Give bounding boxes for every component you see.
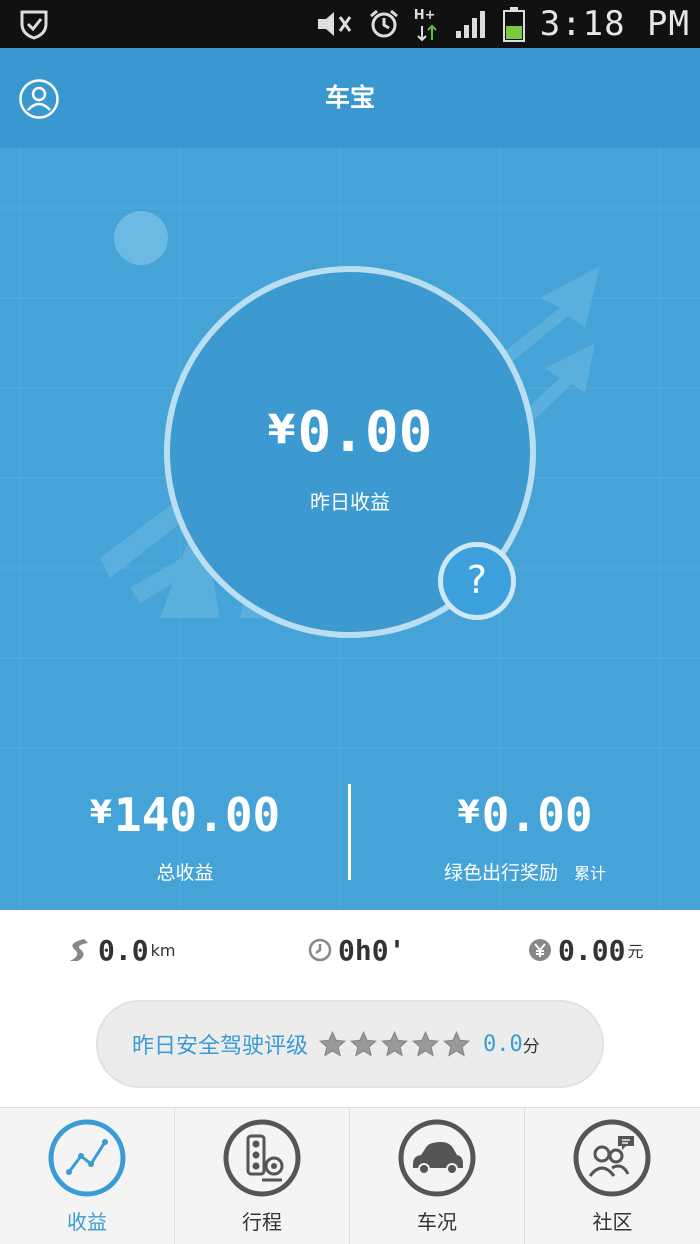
rating-score: 0.0 [483,1031,523,1057]
total-earnings-stat[interactable]: ¥140.00 总收益 [10,788,360,885]
safety-rating-pill[interactable]: 昨日安全驾驶评级 0.0 分 [96,1000,604,1088]
bottom-tab-bar: 收益 行程 车况 社区 [0,1107,700,1244]
tab-trips-label: 行程 [242,1210,282,1234]
star-icon [349,1030,378,1057]
tab-earnings[interactable]: 收益 [0,1108,175,1244]
tab-trips[interactable]: 行程 [175,1108,350,1244]
total-earnings-label: 总收益 [156,862,214,884]
rating-unit: 分 [522,1036,540,1057]
yesterday-earnings-value: 0.00 [297,400,433,465]
safety-rating-label: 昨日安全驾驶评级 [132,1034,309,1059]
currency-symbol: ¥ [267,407,296,453]
tab-vehicle-status-label: 车况 [417,1210,457,1234]
alarm-icon [369,9,398,38]
yesterday-earnings-label: 昨日收益 [310,490,390,514]
signal-icon [455,11,485,38]
help-button[interactable]: ? [438,542,516,620]
network-indicator: H+ [414,4,440,44]
yesterday-earnings-amount: ¥0.00 [0,400,700,465]
mute-icon [317,12,351,36]
green-reward-label-row: 绿色出行奖励 累计 [350,858,700,885]
app-header: 车宝 [0,48,700,148]
clock: 3:18 PM [539,4,690,44]
page-title: 车宝 [324,83,375,112]
green-reward-value: 0.00 [481,788,593,842]
tab-earnings-label: 收益 [67,1210,107,1234]
total-earnings-amount: ¥140.00 [10,788,360,842]
money-summary: 0.00 元 [528,932,643,968]
status-bar: H+ 3:18 PM [0,0,700,48]
trip-summary-row: 0.0 km 0h0' 0.00 元 [0,910,700,990]
currency-symbol: ¥ [457,793,480,831]
duration-summary: 0h0' [308,932,405,968]
star-icon [318,1030,347,1057]
money-unit: 元 [627,942,644,961]
shield-app-icon [20,10,48,40]
green-reward-amount: ¥0.00 [350,788,700,842]
star-icon [442,1030,471,1057]
green-travel-reward-stat[interactable]: ¥0.00 绿色出行奖励 累计 [350,788,700,885]
community-icon [573,1119,651,1197]
car-icon [398,1119,476,1197]
rating-stars [318,1030,471,1059]
tab-vehicle-status[interactable]: 车况 [350,1108,525,1244]
total-earnings-value: 140.00 [114,788,281,842]
duration-value: 0h0' [338,933,406,967]
road-icon [70,939,88,961]
earnings-hero: ¥0.00 昨日收益 ? ¥140.00 总收益 ¥0.00 绿色出行奖励 累计 [0,148,700,910]
distance-summary: 0.0 km [66,932,175,968]
traffic-light-icon [223,1119,301,1197]
star-icon [411,1030,440,1057]
green-reward-label: 绿色出行奖励 [443,862,558,884]
network-type: H+ [413,8,436,23]
money-value: 0.00 [558,933,626,967]
distance-unit: km [150,940,176,960]
currency-symbol: ¥ [89,793,113,831]
chart-line-icon [48,1119,126,1197]
distance-value: 0.0 [98,933,149,967]
yen-coin-icon [529,939,551,961]
cumulative-label: 累计 [574,864,607,883]
tab-community-label: 社区 [592,1210,633,1234]
tab-community[interactable]: 社区 [525,1108,700,1244]
data-arrows-icon [416,24,437,42]
clock-icon [308,938,332,962]
star-icon [380,1030,409,1057]
battery-icon [502,7,525,42]
